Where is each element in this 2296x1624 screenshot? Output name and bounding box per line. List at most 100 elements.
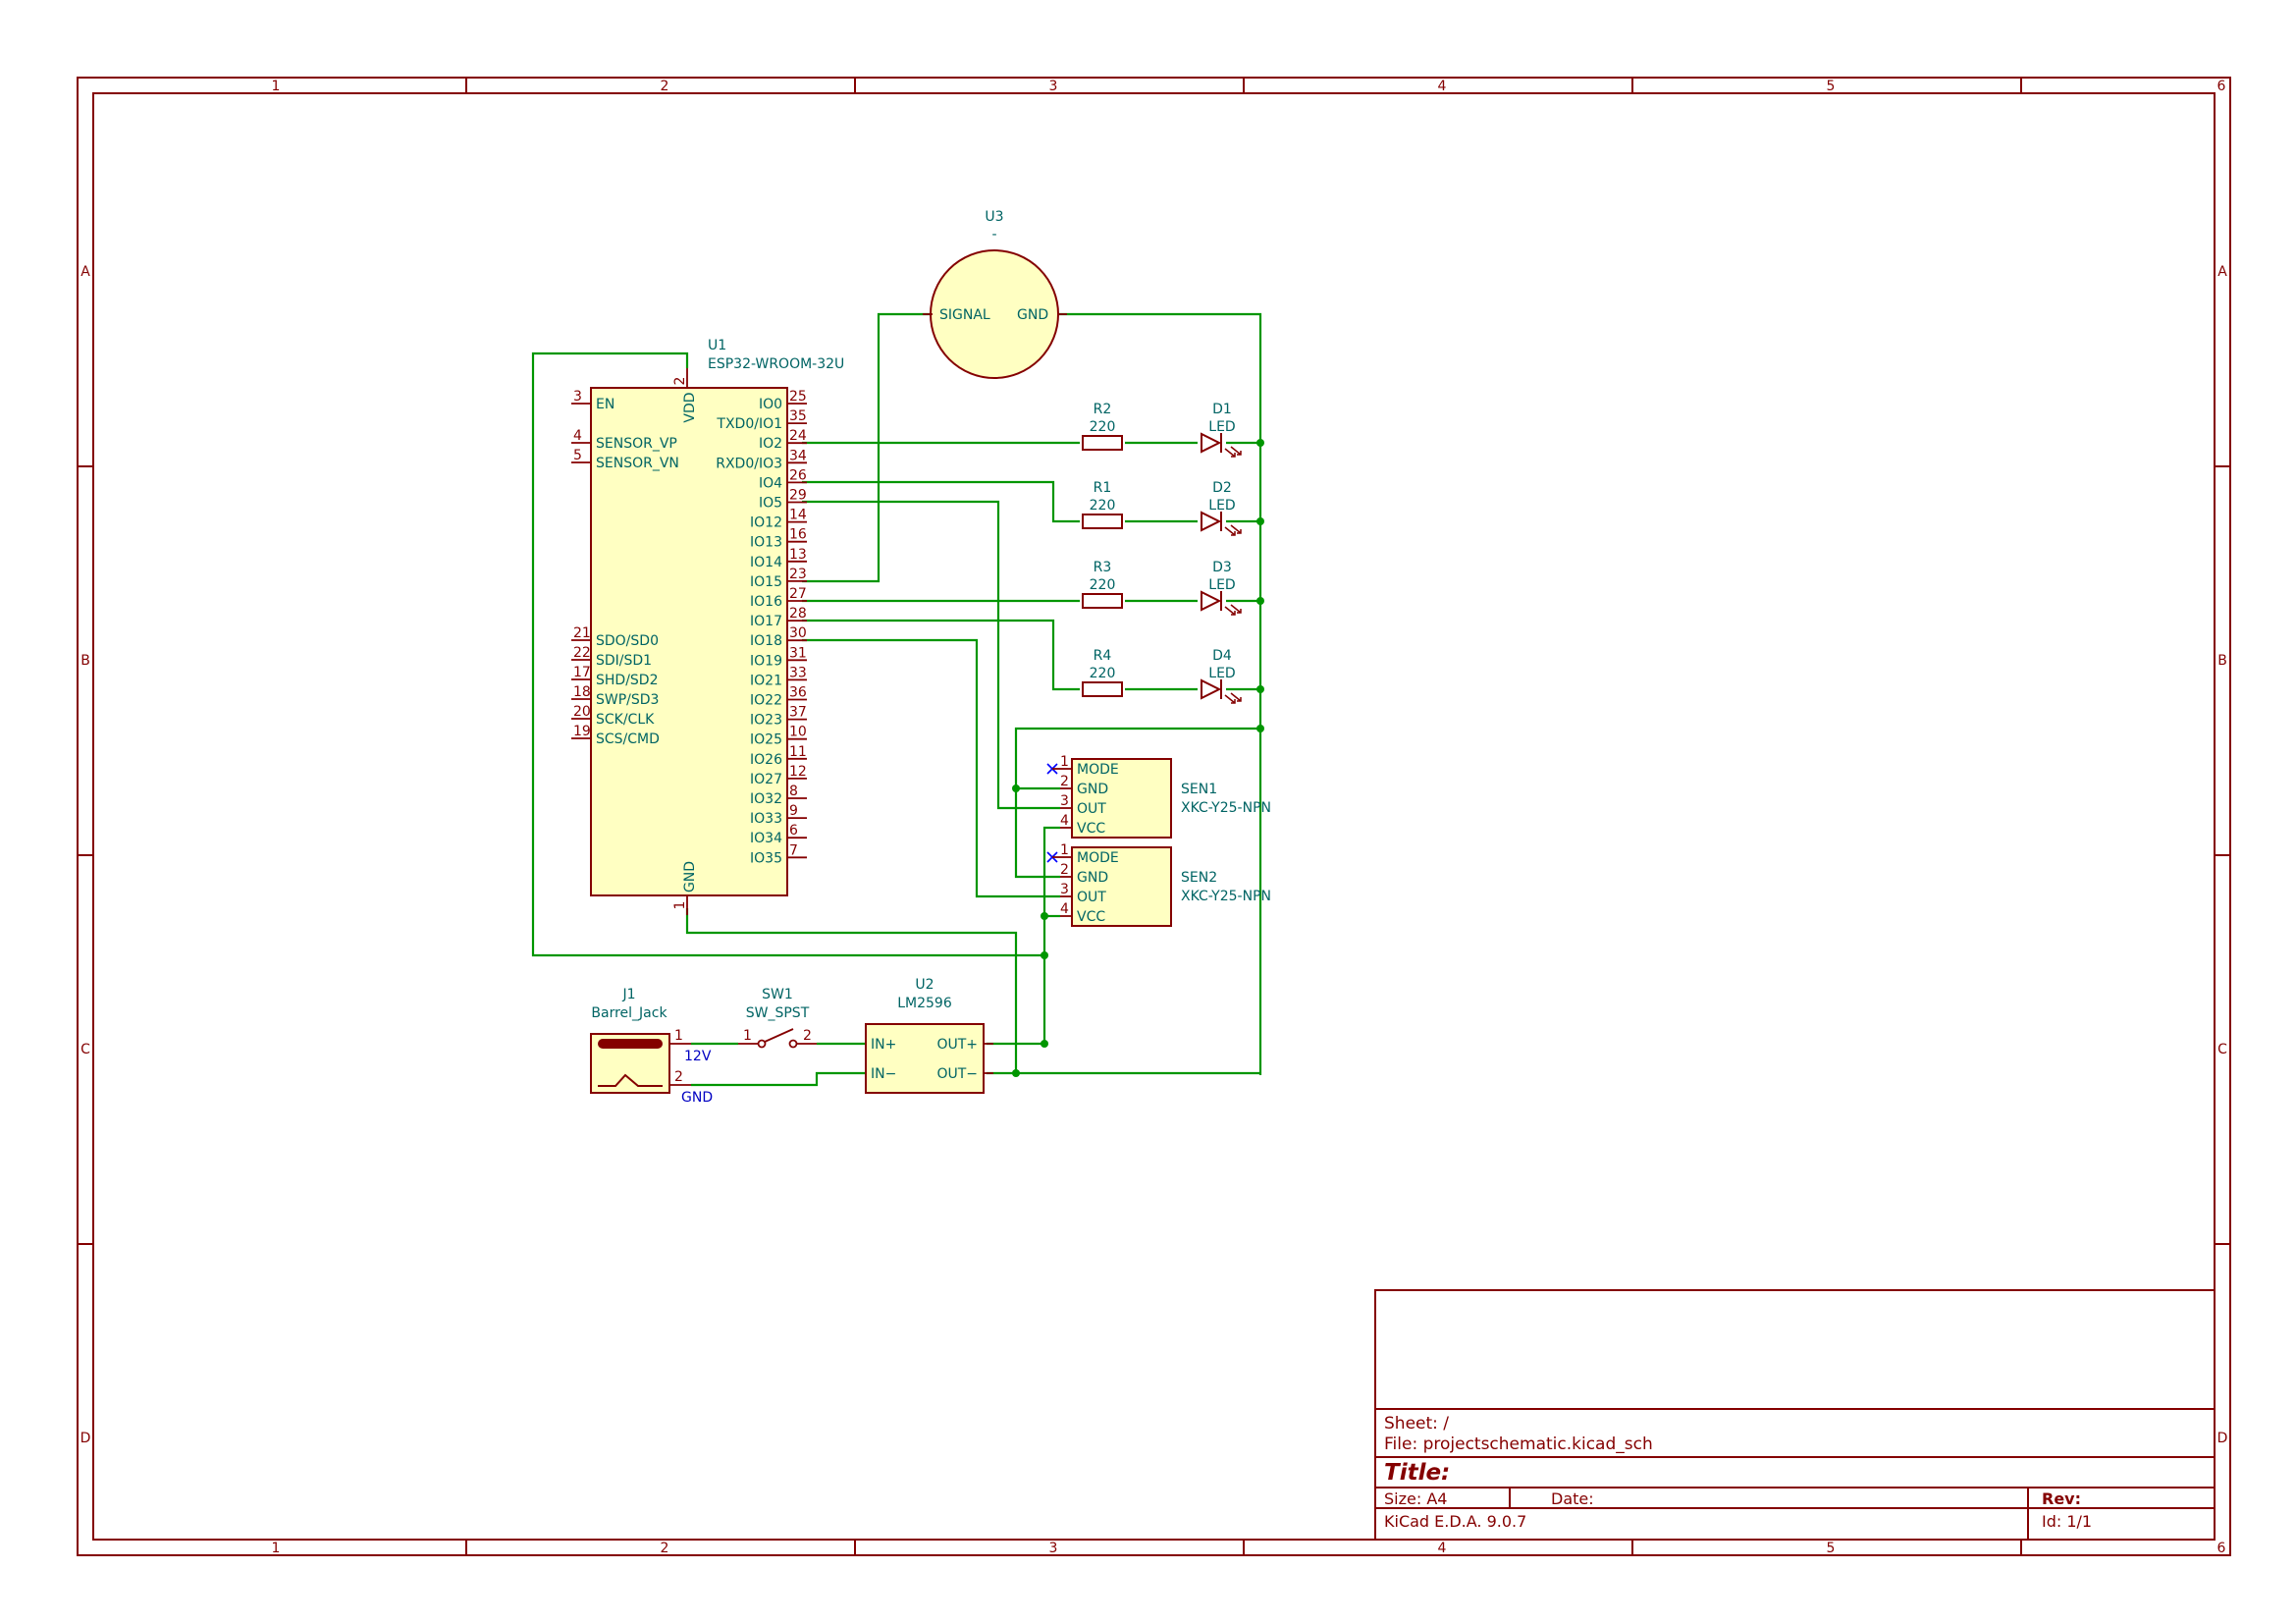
u1-pin-name: IO21	[750, 673, 782, 688]
led-ref: D4	[1212, 648, 1232, 664]
title-block-size: Size: A4	[1384, 1489, 1447, 1508]
title-block-tool: KiCad E.D.A. 9.0.7	[1384, 1512, 1526, 1531]
border-col-label: 5	[1827, 79, 1836, 94]
u1-pin-name: IO18	[750, 633, 782, 649]
u1-pin-name: SDO/SD0	[596, 633, 659, 649]
u1-pin-name: IO33	[750, 811, 782, 827]
u2-out-plus: OUT+	[936, 1037, 978, 1053]
led-d3[interactable]: D3 LED	[1201, 560, 1242, 616]
resistor-r2[interactable]: R2220	[1082, 402, 1123, 451]
u2-value: LM2596	[897, 996, 952, 1011]
sensor-pin-number: 1	[1060, 842, 1069, 858]
sw1-value: SW_SPST	[746, 1005, 810, 1021]
u1-pin-name: IO2	[759, 436, 782, 452]
u1-pin-name: RXD0/IO3	[716, 456, 782, 471]
u1-pin-number: 23	[789, 567, 807, 582]
u1-pin-name: IO27	[750, 772, 782, 787]
j1-value: Barrel_Jack	[591, 1005, 667, 1021]
border-row-label: D	[2217, 1431, 2228, 1446]
sensor-pin-name: GND	[1077, 870, 1108, 886]
j1-pin1: 1	[674, 1028, 683, 1044]
u1-pin-gnd: GND	[682, 861, 698, 893]
resistor-r3[interactable]: R3220	[1082, 560, 1123, 609]
u1-pin-name: IO19	[750, 653, 782, 669]
title-block-title: Title:	[1384, 1460, 1450, 1486]
u1-pin-name: IO22	[750, 693, 782, 709]
sensor-group: 1 MODE 2 GND 3 OUT 4 VCC SEN1 XKC-Y25-NPN 1 MODE 2 GN…	[1046, 754, 1271, 927]
border-col-label: 4	[1438, 1541, 1447, 1556]
u1-pin-number: 5	[573, 448, 582, 463]
border-row-label: C	[2217, 1042, 2227, 1057]
u1-pin-number: 10	[789, 725, 807, 740]
led-value: LED	[1208, 498, 1235, 514]
resistor-body	[1082, 514, 1123, 529]
sensor-pin-name: MODE	[1077, 850, 1119, 866]
u1-pin-name: IO32	[750, 791, 782, 807]
u1-value: ESP32-WROOM-32U	[708, 356, 844, 372]
u1-pin-number: 19	[573, 724, 591, 739]
border-row-label: B	[80, 653, 90, 669]
j1-barrel-jack[interactable]: J1 Barrel_Jack 1 2 12V GND	[590, 987, 713, 1106]
border-col-label: 1	[272, 1541, 281, 1556]
title-block-sheet: Sheet: /	[1384, 1414, 1449, 1434]
u3-pin-signal: SIGNAL	[939, 307, 990, 323]
led-d1[interactable]: D1 LED	[1201, 402, 1242, 458]
resistor-ref: R1	[1094, 480, 1112, 496]
u1-pin-number: 26	[789, 467, 807, 483]
led-emission-arrows	[1224, 604, 1242, 616]
u1-pin-name: IO23	[750, 713, 782, 729]
u1-pin-name: IO34	[750, 831, 782, 846]
title-block: Sheet: / File: projectschematic.kicad_sc…	[1374, 1289, 2216, 1541]
sensor-pin-name: OUT	[1077, 801, 1106, 817]
u2-lm2596[interactable]: U2 LM2596 IN+ IN− OUT+ OUT−	[865, 977, 993, 1094]
resistor-body	[1082, 593, 1123, 609]
sensor-sen1[interactable]: 1 MODE 2 GND 3 OUT 4 VCC SEN1 XKC-Y25-NPN	[1046, 754, 1271, 839]
schematic-sheet: 123456 123456 ABCD ABCD Sheet: / File: p…	[77, 77, 2231, 1556]
sensor-sen2[interactable]: 1 MODE 2 GND 3 OUT 4 VCC SEN2 XKC-Y25-NPN	[1046, 842, 1271, 927]
u1-pin-name: EN	[596, 397, 614, 412]
led-d4[interactable]: D4 LED	[1201, 648, 1242, 704]
u1-pin-name: SWP/SD3	[596, 692, 659, 708]
led-emission-arrows	[1224, 524, 1242, 536]
sw1-switch[interactable]: SW1 SW_SPST 1 2	[738, 987, 817, 1049]
led-value: LED	[1208, 666, 1235, 681]
sensor-pin-name: VCC	[1077, 909, 1105, 925]
u1-pin-name: SENSOR_VP	[596, 436, 677, 452]
u1-pin-number: 3	[573, 389, 582, 405]
u1-pin-number: 30	[789, 625, 807, 641]
sensor-pin-number: 4	[1060, 813, 1069, 829]
border-row-label: A	[80, 264, 90, 280]
border-row-label: A	[2217, 264, 2227, 280]
sensor-pin-name: MODE	[1077, 762, 1119, 778]
u1-pin-number: 7	[789, 842, 798, 858]
led-triangle	[1201, 511, 1222, 532]
u3-ref: U3	[985, 209, 1003, 225]
resistor-ref: R2	[1094, 402, 1112, 417]
resistor-value: 220	[1090, 666, 1116, 681]
u1-pin-number: 4	[573, 428, 582, 444]
u1-pin-name: IO4	[759, 475, 782, 491]
u1-pin-name: IO0	[759, 397, 782, 412]
u1-pin-number: 37	[789, 705, 807, 721]
border-col-label: 3	[1049, 1541, 1058, 1556]
sensor-pin-number: 2	[1060, 774, 1069, 789]
u1-pin-number: 17	[573, 665, 591, 680]
resistor-r1[interactable]: R1220	[1082, 480, 1123, 529]
u1-pin-number: 34	[789, 448, 807, 463]
border-col-label: 4	[1438, 79, 1447, 94]
j1-pin2: 2	[674, 1069, 683, 1085]
led-d2[interactable]: D2 LED	[1201, 480, 1242, 536]
led-emission-arrows	[1224, 692, 1242, 704]
sw1-pin1: 1	[743, 1028, 752, 1044]
border-col-label: 6	[2217, 79, 2226, 94]
resistor-led-group: R2220R1220R3220R4220D1LEDD2LEDD3LEDD4LED	[1082, 402, 1242, 704]
u3-sensor[interactable]: U3 - SIGNAL GND	[923, 209, 1067, 379]
u1-pin-name: IO17	[750, 614, 782, 629]
u1-pin-number: 33	[789, 665, 807, 680]
u1-pin-name: SENSOR_VN	[596, 456, 679, 471]
u1-esp32[interactable]: U1 ESP32-WROOM-32U 2 VDD 1 GND 3 EN 4 SENSO…	[571, 338, 844, 915]
sensor-pin-name: GND	[1077, 782, 1108, 797]
border-col-label: 2	[661, 1541, 669, 1556]
title-block-rev: Rev:	[2042, 1489, 2081, 1508]
resistor-r4[interactable]: R4220	[1082, 648, 1123, 697]
